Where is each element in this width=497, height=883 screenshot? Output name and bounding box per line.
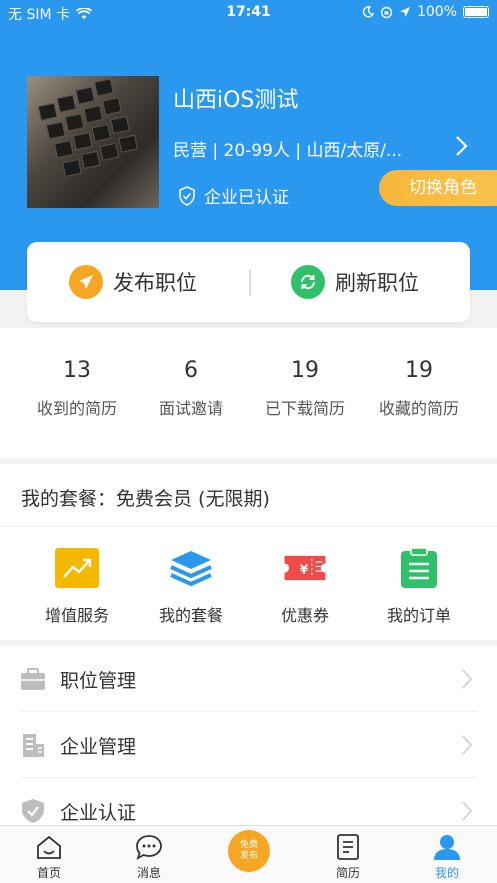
job-actions-card: 发布职位 刷新职位: [27, 242, 470, 322]
refresh-job-button[interactable]: 刷新职位: [291, 242, 419, 322]
company-info[interactable]: 民营 | 20-99人 | 山西/太原/...: [173, 136, 433, 161]
my-package-section: 我的套餐：免费会员 (无限期) 增值服务 我的套餐 ¥ 优惠券 我的订单: [0, 464, 497, 640]
company-name[interactable]: 山西iOS测试: [173, 82, 298, 114]
chevron-right-icon: [462, 735, 473, 755]
coupon-icon: ¥: [283, 548, 327, 588]
stat-received-resumes[interactable]: 13 收到的简历: [15, 358, 139, 419]
menu-label: 企业认证: [60, 802, 137, 824]
stat-label: 收藏的简历: [378, 399, 459, 418]
chevron-right-icon: [462, 669, 473, 689]
shield-check-icon: [179, 185, 195, 206]
company-avatar[interactable]: [27, 76, 159, 208]
menu-label: 职位管理: [60, 670, 137, 692]
stat-downloaded-resumes[interactable]: 19 已下载简历: [243, 358, 367, 419]
refresh-job-label: 刷新职位: [335, 271, 419, 295]
pkg-label: 优惠券: [280, 606, 329, 625]
stat-label: 已下载简历: [264, 399, 345, 418]
free-publish-line2: 发布: [239, 851, 258, 861]
clipboard-icon: [397, 547, 441, 588]
send-icon: [69, 265, 103, 299]
tab-home[interactable]: 首页: [19, 832, 79, 881]
location-arrow-icon: [399, 7, 410, 17]
settings-menu: 职位管理 企业管理 企业认证: [0, 646, 497, 826]
pkg-label: 我的套餐: [158, 606, 223, 625]
divider: [249, 270, 251, 296]
my-package-button[interactable]: 我的套餐: [129, 548, 253, 626]
menu-item-job-management[interactable]: 职位管理: [0, 646, 497, 712]
package-title: 我的套餐：免费会员 (无限期): [21, 488, 270, 510]
verified-label: 企业已认证: [204, 188, 289, 208]
stat-label: 面试邀请: [158, 399, 223, 418]
refresh-icon: [291, 265, 325, 299]
verified-status: 企业已认证: [178, 183, 289, 208]
value-added-service-button[interactable]: 增值服务: [15, 548, 139, 626]
my-orders-button[interactable]: 我的订单: [357, 547, 481, 626]
stat-number: 6: [184, 358, 198, 383]
battery-percent: 100%: [416, 4, 457, 20]
briefcase-icon: [21, 668, 45, 690]
document-icon: [333, 832, 363, 862]
menu-item-company-management[interactable]: 企业管理: [0, 712, 497, 778]
chevron-right-icon: [462, 801, 473, 821]
status-bar: 无 SIM 卡 17:41 100%: [0, 0, 497, 26]
publish-job-button[interactable]: 发布职位: [69, 242, 197, 322]
tab-label: 首页: [36, 866, 61, 880]
trend-icon: [55, 548, 99, 588]
stat-interview-invites[interactable]: 6 面试邀请: [129, 358, 253, 419]
pkg-label: 增值服务: [44, 606, 109, 625]
chat-bubble-icon: [134, 832, 164, 862]
stat-label: 收到的简历: [36, 399, 117, 418]
switch-role-button[interactable]: 切换角色: [379, 170, 497, 206]
tab-mine[interactable]: 我的: [417, 832, 477, 881]
stat-number: 19: [405, 358, 433, 383]
publish-job-label: 发布职位: [113, 271, 197, 295]
coupon-button[interactable]: ¥ 优惠券: [243, 548, 367, 626]
tab-label: 我的: [434, 866, 459, 880]
tab-label: 消息: [136, 866, 161, 880]
rotation-lock-icon: [380, 6, 393, 18]
moon-icon: [362, 6, 374, 18]
resume-stats: 13 收到的简历 6 面试邀请 19 已下载简历 19 收藏的简历: [0, 328, 497, 458]
free-publish-line1: 免费: [239, 840, 258, 850]
shield-check-icon: [22, 799, 44, 823]
free-publish-button[interactable]: 免费 发布: [228, 830, 270, 872]
person-icon: [432, 832, 462, 862]
tab-resume[interactable]: 简历: [318, 832, 378, 881]
pkg-label: 我的订单: [386, 606, 451, 625]
menu-label: 企业管理: [60, 736, 137, 758]
chevron-right-icon[interactable]: [452, 135, 472, 157]
building-icon: [23, 734, 44, 757]
stat-saved-resumes[interactable]: 19 收藏的简历: [357, 358, 481, 419]
divider: [0, 526, 497, 527]
keyboard-photo: [37, 78, 139, 178]
battery-icon: [463, 6, 489, 18]
layers-icon: [169, 548, 213, 588]
home-icon: [34, 832, 64, 862]
stat-number: 19: [291, 358, 319, 383]
tab-messages[interactable]: 消息: [119, 832, 179, 881]
bottom-tab-bar: 首页 消息 免费 发布 简历 我的: [0, 825, 497, 883]
stat-number: 13: [63, 358, 91, 383]
svg-text:¥: ¥: [300, 562, 309, 576]
tab-label: 简历: [335, 866, 360, 880]
